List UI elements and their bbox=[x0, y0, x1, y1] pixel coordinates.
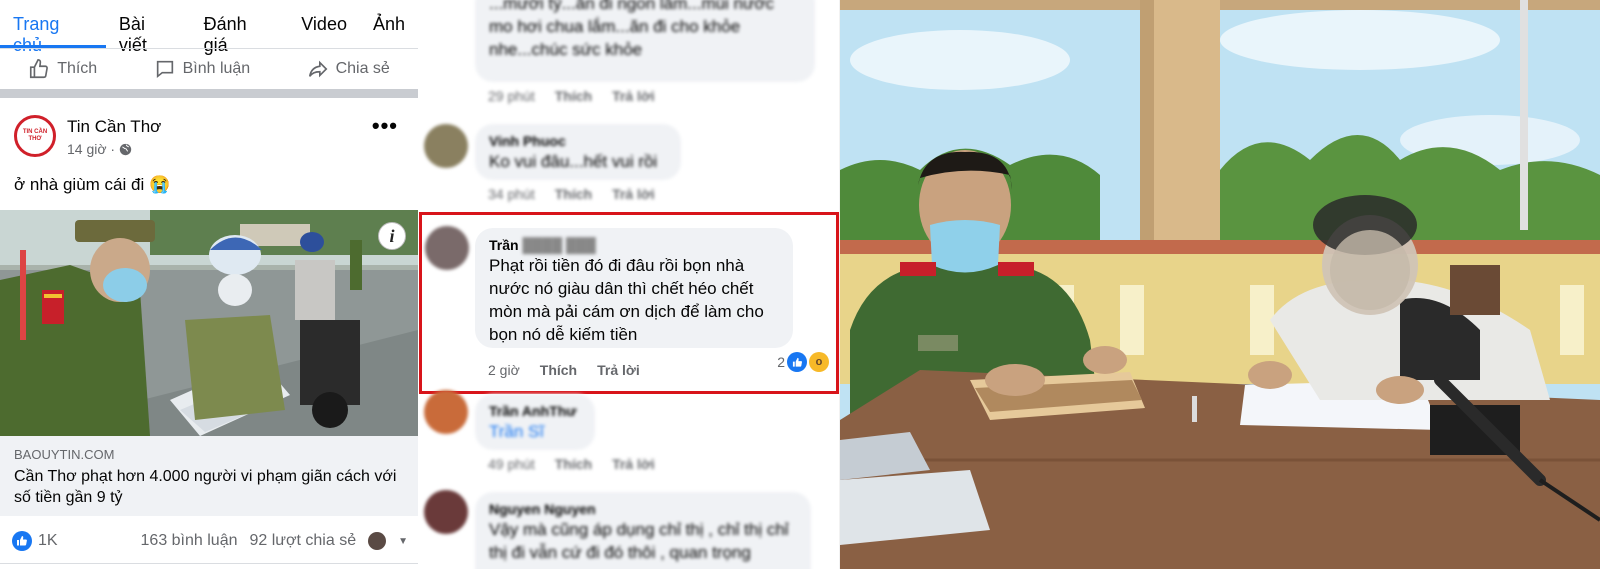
avatar[interactable] bbox=[424, 390, 468, 434]
comment-reactions[interactable]: 2 o bbox=[777, 352, 829, 372]
tab-home[interactable]: Trang chủ bbox=[0, 0, 106, 55]
share-label: Chia sẻ bbox=[335, 60, 390, 77]
police-interview-photo bbox=[840, 0, 1600, 569]
comment-like-link[interactable]: Thích bbox=[555, 186, 592, 202]
more-options-icon[interactable]: ••• bbox=[372, 113, 398, 139]
facebook-post-panel: Trang chủ Bài viết Đánh giá Video Ảnh Th… bbox=[0, 0, 418, 569]
tabs-divider bbox=[0, 48, 418, 49]
comment-text: Ko vui đâu...hết vui rồi bbox=[489, 152, 658, 171]
reaction-count: 2 bbox=[777, 354, 785, 370]
avatar[interactable] bbox=[424, 490, 468, 534]
comment-count[interactable]: 163 bình luận bbox=[141, 532, 238, 550]
comment-time: 2 giờ bbox=[488, 362, 520, 378]
post-time-text: 14 giờ · bbox=[67, 141, 116, 157]
comment-meta: 29 phút Thích Trả lời bbox=[488, 88, 655, 104]
comment-meta: 2 giờ Thích Trả lời bbox=[488, 362, 640, 378]
commenter-name-redacted: ████ ███ bbox=[518, 237, 596, 253]
like-count[interactable]: 1K bbox=[38, 532, 58, 550]
interview-photo bbox=[840, 0, 1600, 569]
commenter-name[interactable]: Trần AnhThư bbox=[489, 402, 581, 420]
police-checkpoint-photo bbox=[0, 210, 418, 436]
post-action-bar: Thích Bình luận Chia sẻ bbox=[0, 50, 418, 88]
avatar-logo-text: TIN CẦN THƠ bbox=[22, 129, 48, 142]
comment-meta: 34 phút Thích Trả lời bbox=[488, 186, 655, 202]
viewer-avatar[interactable] bbox=[368, 532, 387, 550]
thumbs-up-icon bbox=[30, 59, 49, 79]
comment-time: 29 phút bbox=[488, 88, 535, 104]
avatar[interactable] bbox=[425, 226, 469, 270]
like-button[interactable]: Thích bbox=[28, 58, 97, 80]
page-name[interactable]: Tin Cần Thơ bbox=[67, 117, 161, 137]
comment-reply-link[interactable]: Trả lời bbox=[612, 456, 655, 472]
comment-bubble: Vinh Phuoc Ko vui đâu...hết vui rồi bbox=[475, 124, 681, 180]
comment-time: 49 phút bbox=[488, 456, 535, 472]
feed-separator bbox=[0, 89, 418, 98]
highlighted-comment-bubble: Trần ████ ███ Phạt rồi tiền đó đi đâu rồ… bbox=[475, 228, 793, 348]
post-link-image[interactable]: i bbox=[0, 210, 418, 436]
comment-bubble: Trần AnhThư Trần Sĩ bbox=[475, 394, 595, 450]
tab-posts[interactable]: Bài viết bbox=[106, 0, 191, 55]
post-stats: 1K 163 bình luận 92 lượt chia sẻ ▼ bbox=[12, 530, 408, 552]
link-title: Cần Thơ phạt hơn 4.000 người vi phạm giã… bbox=[14, 468, 397, 506]
wow-reaction-icon: o bbox=[809, 352, 829, 372]
comment-bubble: Nguyen Nguyen Vậy mà cũng áp dụng chỉ th… bbox=[475, 492, 811, 569]
like-label: Thích bbox=[57, 60, 98, 77]
comment-label: Bình luận bbox=[182, 60, 251, 77]
post-timestamp[interactable]: 14 giờ · bbox=[67, 141, 132, 157]
comment-reply-link[interactable]: Trả lời bbox=[612, 186, 655, 202]
comment-icon bbox=[156, 60, 173, 79]
share-button[interactable]: Chia sẻ bbox=[307, 58, 390, 80]
link-preview[interactable]: BAOUYTIN.COM Cần Thơ phạt hơn 4.000 ngườ… bbox=[0, 436, 418, 516]
info-icon[interactable]: i bbox=[378, 222, 406, 250]
commenter-first-name: Trần bbox=[489, 237, 519, 253]
comment-meta: 49 phút Thích Trả lời bbox=[488, 456, 655, 472]
post-text: ở nhà giùm cái đi 😭 bbox=[14, 175, 171, 194]
comment-text: ...mười tỷ...ăn đi ngon lắm...mùi nước m… bbox=[489, 0, 775, 59]
comment-like-link[interactable]: Thích bbox=[555, 88, 592, 104]
bottom-divider bbox=[0, 563, 418, 564]
caret-down-icon[interactable]: ▼ bbox=[398, 536, 408, 547]
post-header: TIN CẦN THƠ Tin Cần Thơ 14 giờ · ••• bbox=[14, 113, 410, 163]
tab-video[interactable]: Video bbox=[288, 0, 360, 48]
comment-button[interactable]: Bình luận bbox=[154, 58, 251, 80]
comment-reply-link[interactable]: Trả lời bbox=[597, 362, 640, 378]
share-icon bbox=[308, 60, 327, 78]
like-reaction-icon bbox=[787, 352, 807, 372]
commenter-name[interactable]: Nguyen Nguyen bbox=[489, 500, 797, 518]
commenter-name[interactable]: Trần ████ ███ bbox=[489, 236, 779, 254]
comment-time: 34 phút bbox=[488, 186, 535, 202]
page-avatar[interactable]: TIN CẦN THƠ bbox=[14, 115, 56, 157]
tab-reviews[interactable]: Đánh giá bbox=[191, 0, 289, 55]
page-tabs: Trang chủ Bài viết Đánh giá Video Ảnh bbox=[0, 0, 418, 55]
comment-reply-link[interactable]: Trả lời bbox=[612, 88, 655, 104]
comment-like-link[interactable]: Thích bbox=[555, 456, 592, 472]
avatar[interactable] bbox=[424, 124, 468, 168]
comment-text: Phạt rồi tiền đó đi đâu rồi bọn nhà nước… bbox=[489, 256, 764, 344]
comment-like-link[interactable]: Thích bbox=[540, 362, 577, 378]
like-reaction-icon bbox=[12, 531, 32, 551]
globe-icon bbox=[119, 143, 132, 155]
comment-text: Vậy mà cũng áp dụng chỉ thị , chỉ thị ch… bbox=[489, 520, 789, 562]
comments-panel: ...mười tỷ...ăn đi ngon lắm...mùi nước m… bbox=[419, 0, 839, 569]
share-count[interactable]: 92 lượt chia sẻ bbox=[250, 532, 357, 550]
tab-photos[interactable]: Ảnh bbox=[360, 0, 418, 48]
comment-tag[interactable]: Trần Sĩ bbox=[489, 420, 581, 443]
commenter-name[interactable]: Vinh Phuoc bbox=[489, 132, 667, 150]
comment-bubble: ...mười tỷ...ăn đi ngon lắm...mùi nước m… bbox=[475, 0, 815, 82]
link-domain: BAOUYTIN.COM bbox=[14, 447, 115, 462]
